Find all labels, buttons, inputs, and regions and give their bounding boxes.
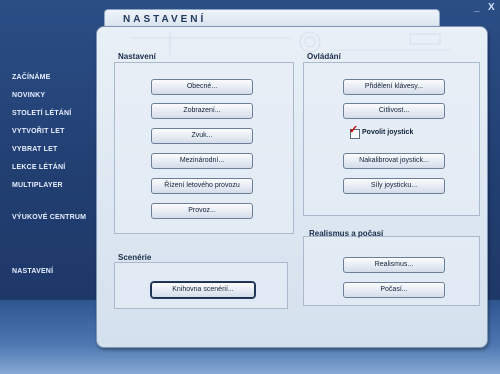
- sidebar-item-lekce-letani[interactable]: LEKCE LÉTÁNÍ: [12, 164, 65, 171]
- sound-button[interactable]: Zvuk...: [151, 128, 253, 144]
- joystick-forces-button[interactable]: Síly joysticku...: [343, 178, 445, 194]
- sidebar-item-zaciname[interactable]: ZAČÍNÁME: [12, 74, 51, 81]
- close-button[interactable]: X: [488, 2, 495, 13]
- scenery-group-title: Scenérie: [118, 253, 152, 262]
- sidebar-item-nastaveni[interactable]: NASTAVENÍ: [12, 268, 53, 275]
- minimize-button[interactable]: _: [474, 2, 480, 13]
- realism-group-title: Realismus a počasí: [309, 229, 384, 238]
- realism-button[interactable]: Realismus...: [343, 257, 445, 273]
- assign-keys-button[interactable]: Přidělení klávesy...: [343, 79, 445, 95]
- page-title: NASTAVENÍ: [123, 14, 207, 25]
- sensitivity-button[interactable]: Citlivost...: [343, 103, 445, 119]
- sidebar-item-novinky[interactable]: NOVINKY: [12, 92, 45, 99]
- air-traffic-control-button[interactable]: Řízení letového provozu: [151, 178, 253, 194]
- scenery-library-button[interactable]: Knihovna scenérií...: [151, 282, 255, 298]
- calibrate-joystick-button[interactable]: Nakalibrovat joystick...: [343, 153, 445, 169]
- sidebar-item-stoleti-letani[interactable]: STOLETÍ LÉTÁNÍ: [12, 110, 71, 117]
- general-button[interactable]: Obecné...: [151, 79, 253, 95]
- sidebar-item-vytvorit-let[interactable]: VYTVOŘIT LET: [12, 128, 65, 135]
- sidebar-item-vyukove-centrum[interactable]: VÝUKOVÉ CENTRUM: [12, 214, 86, 221]
- sidebar-item-vybrat-let[interactable]: VYBRAT LET: [12, 146, 57, 153]
- international-button[interactable]: Mezinárodní...: [151, 153, 253, 169]
- checkmark-icon: ✓: [349, 124, 359, 136]
- controls-group-title: Ovládání: [307, 52, 341, 61]
- display-button[interactable]: Zobrazení...: [151, 103, 253, 119]
- blueprint-decoration: [130, 31, 450, 56]
- traffic-button[interactable]: Provoz...: [151, 203, 253, 219]
- settings-group-title: Nastavení: [118, 52, 156, 61]
- sidebar-item-multiplayer[interactable]: MULTIPLAYER: [12, 182, 63, 189]
- enable-joystick-label: Povolit joystick: [362, 129, 414, 136]
- weather-button[interactable]: Počasí...: [343, 282, 445, 298]
